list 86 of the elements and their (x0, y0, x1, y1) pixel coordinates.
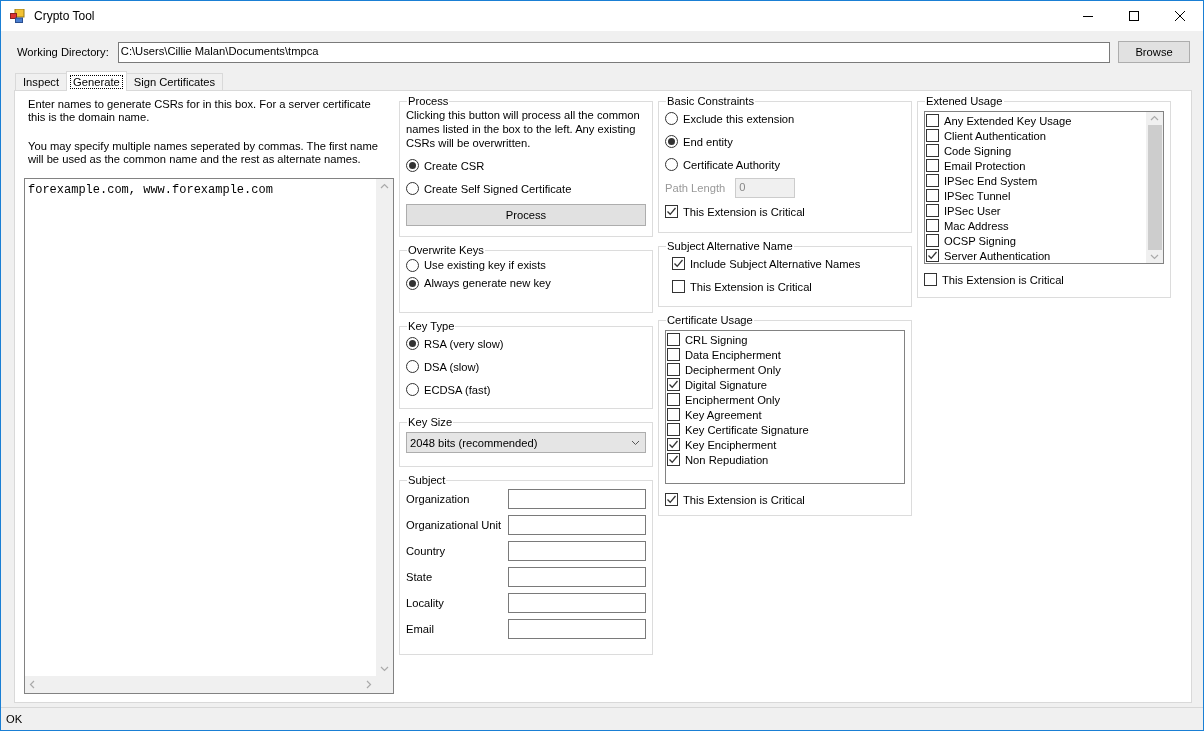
checkbox[interactable]: Digital Signature (667, 377, 904, 392)
status-text: OK (6, 713, 23, 725)
field-label: Email (406, 623, 434, 635)
group-title: Certificate Usage (666, 314, 754, 326)
radio-button[interactable]: Use existing key if exists (406, 256, 646, 274)
radio-button[interactable]: Create Self Signed Certificate (406, 177, 646, 200)
group-title: Key Type (407, 320, 456, 332)
group-title: Overwrite Keys (407, 244, 485, 256)
field-label: State (406, 571, 433, 583)
field-label: Organizational Unit (406, 519, 502, 531)
browse-button[interactable]: Browse (1118, 41, 1190, 63)
group-title: Extened Usage (925, 95, 1004, 107)
checkbox[interactable]: Key Certificate Signature (667, 422, 904, 437)
checkbox[interactable]: This Extension is Critical (924, 268, 1164, 291)
checkbox[interactable]: Mac Address (926, 218, 1146, 233)
checkbox[interactable]: CRL Signing (667, 332, 904, 347)
checkbox[interactable]: IPSec User (926, 203, 1146, 218)
group-title: Key Size (407, 416, 454, 428)
field-label: Working Directory: (17, 46, 110, 58)
chevron-down-icon (631, 439, 640, 446)
input-field[interactable] (508, 489, 646, 509)
scroll-right-icon[interactable] (366, 680, 372, 689)
checkbox[interactable]: IPSec End System (926, 173, 1146, 188)
scroll-left-icon[interactable] (29, 680, 35, 689)
radio-button[interactable]: Create CSR (406, 154, 646, 177)
checkbox[interactable]: Server Authentication (926, 248, 1146, 263)
checkbox[interactable]: Decipherment Only (667, 362, 904, 377)
list-box[interactable]: CRL Signing Data Encipherment Decipherment Only Digital Signature Encipherment Only Key Agreement Key Certificate Signature Key Encipherment Non Repudiation (665, 330, 905, 484)
process-button[interactable]: Process (406, 204, 646, 226)
scroll-thumb[interactable] (1147, 125, 1162, 250)
vertical-scrollbar[interactable] (1146, 112, 1163, 263)
checkbox[interactable]: This Extension is Critical (672, 275, 905, 298)
checkbox[interactable]: This Extension is Critical (665, 200, 905, 223)
input-field[interactable] (508, 567, 646, 587)
working-directory-field[interactable]: C:\Users\Cillie Malan\Documents\tmpca (117, 41, 1111, 63)
checkbox[interactable]: Key Agreement (667, 407, 904, 422)
checkbox[interactable]: Encipherment Only (667, 392, 904, 407)
group-title: Basic Constraints (666, 95, 756, 107)
description-text: Clicking this button will process all the common names listed in the box to the left. Any existing CSRs will be overwritten. (406, 108, 641, 150)
maximize-icon (1129, 11, 1139, 21)
scroll-down-icon[interactable] (380, 666, 389, 672)
vertical-scrollbar[interactable] (376, 179, 393, 676)
names-text-area[interactable]: forexample.com, www.forexample.com (24, 178, 394, 694)
radio-button[interactable]: ECDSA (fast) (406, 378, 646, 401)
field-label: Locality (406, 597, 444, 609)
list-box[interactable]: Any Extended Key Usage Client Authentication Code Signing Email Protection IPSec End System IPSec Tunnel IPSec User Mac Address OCSP Signing Server Authentication (924, 111, 1164, 264)
checkbox[interactable]: OCSP Signing (926, 233, 1146, 248)
radio-button[interactable]: Always generate new key (406, 274, 646, 292)
group-title: Subject (407, 474, 447, 486)
instruction-text: You may specify multiple names seperated by commas. The first name will be used as the common name and the rest as alternate names. (28, 140, 380, 166)
checkbox[interactable]: Client Authentication (926, 128, 1146, 143)
instruction-text: Enter names to generate CSRs for in this box. For a server certificate this is the domain name. (28, 98, 372, 124)
field-value: forexample.com, www.forexample.com (27, 182, 274, 199)
radio-button[interactable]: RSA (very slow) (406, 332, 646, 355)
group-title: Process (407, 95, 450, 107)
checkbox[interactable]: Key Encipherment (667, 437, 904, 452)
checkbox[interactable]: This Extension is Critical (665, 488, 905, 511)
close-icon (1175, 11, 1185, 21)
input-field[interactable] (508, 515, 646, 535)
app-icon (10, 9, 25, 23)
checkbox[interactable]: IPSec Tunnel (926, 188, 1146, 203)
tab[interactable]: Generate (66, 71, 127, 91)
scroll-up-icon[interactable] (380, 183, 389, 189)
tab[interactable]: Sign Certificates (125, 73, 224, 91)
checkbox[interactable]: Non Repudiation (667, 452, 904, 467)
checkbox[interactable]: Code Signing (926, 143, 1146, 158)
radio-button[interactable]: Certificate Authority (665, 153, 905, 176)
radio-button[interactable]: End entity (665, 130, 905, 153)
field-label: Organization (406, 493, 470, 505)
checkbox[interactable]: Data Encipherment (667, 347, 904, 362)
key-size-dropdown[interactable]: 2048 bits (recommended) (406, 432, 646, 453)
tab[interactable]: Inspect (15, 73, 68, 91)
checkbox[interactable]: Email Protection (926, 158, 1146, 173)
radio-button[interactable]: Exclude this extension (665, 107, 905, 130)
field-label: Path Length (665, 182, 726, 194)
checkbox[interactable]: Include Subject Alternative Names (672, 252, 905, 275)
window-title: Crypto Tool (34, 9, 96, 23)
scroll-down-icon[interactable] (1150, 254, 1159, 260)
group-title: Subject Alternative Name (666, 240, 794, 252)
input-field[interactable] (508, 593, 646, 613)
field-label: Country (406, 545, 446, 557)
scroll-up-icon[interactable] (1150, 115, 1159, 121)
input-field[interactable] (508, 541, 646, 561)
input-field[interactable] (508, 619, 646, 639)
checkbox[interactable]: Any Extended Key Usage (926, 113, 1146, 128)
radio-button[interactable]: DSA (slow) (406, 355, 646, 378)
